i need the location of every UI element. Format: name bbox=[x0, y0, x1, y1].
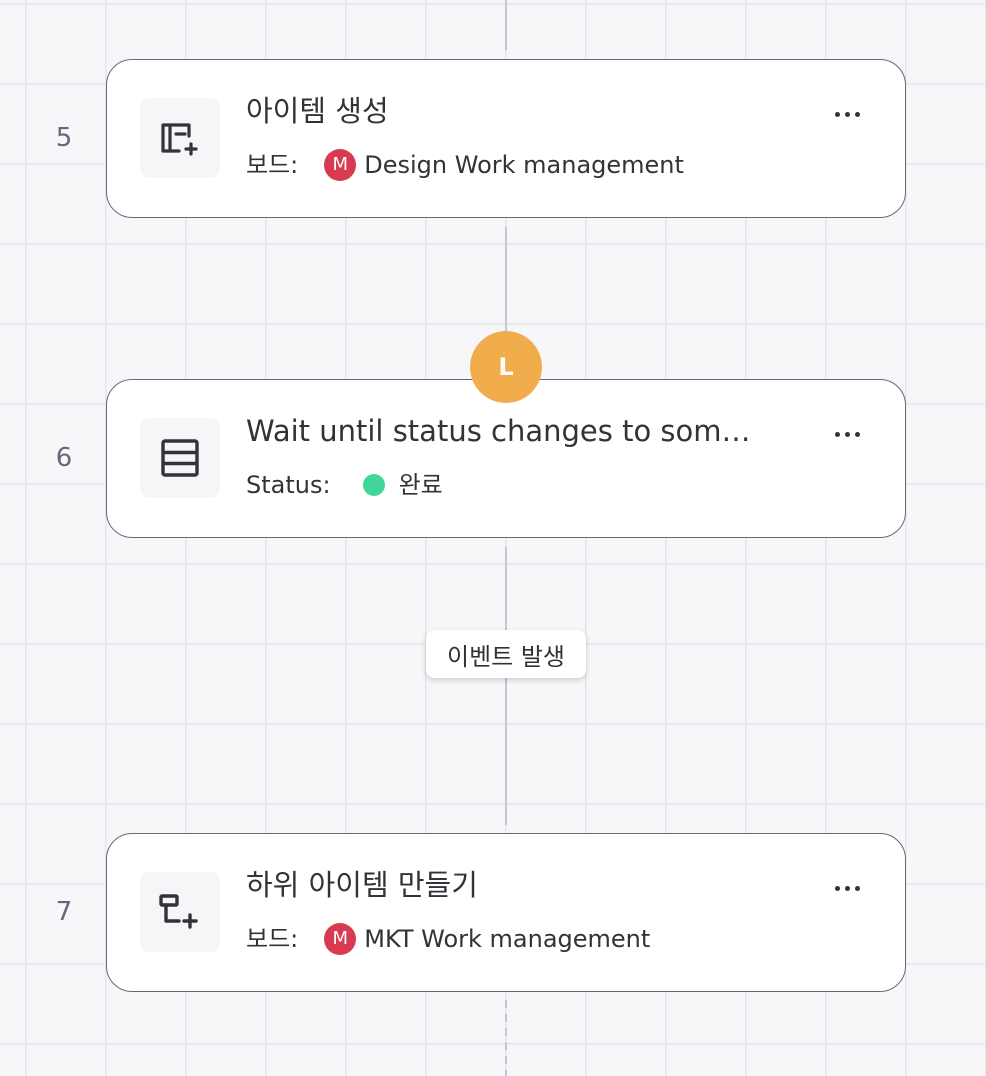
board-name[interactable]: MKT Work management bbox=[364, 922, 650, 956]
create-item-icon bbox=[140, 98, 220, 178]
status-dot-icon bbox=[362, 474, 385, 496]
step-title: 아이템 생성 bbox=[246, 94, 389, 128]
connector-line bbox=[505, 0, 507, 50]
board-name[interactable]: Design Work management bbox=[364, 148, 684, 182]
event-trigger-label: 이벤트 발생 bbox=[426, 630, 586, 678]
wait-table-icon bbox=[140, 418, 220, 498]
step-detail: 보드: M Design Work management bbox=[246, 148, 684, 182]
step-number: 5 bbox=[55, 123, 73, 153]
board-label: 보드: bbox=[246, 925, 299, 953]
connector-line bbox=[505, 547, 507, 825]
board-badge-icon: M bbox=[324, 923, 357, 955]
board-label: 보드: bbox=[246, 151, 299, 179]
more-options-button[interactable] bbox=[829, 96, 865, 132]
step-number: 6 bbox=[55, 443, 73, 473]
step-detail: Status: 완료 bbox=[246, 468, 443, 502]
status-value[interactable]: 완료 bbox=[399, 468, 443, 502]
step-title: 하위 아이템 만들기 bbox=[246, 868, 478, 902]
step-detail: 보드: M MKT Work management bbox=[246, 922, 650, 956]
board-badge-icon: M bbox=[324, 149, 357, 181]
automation-step-card[interactable]: 하위 아이템 만들기 보드: M MKT Work management bbox=[106, 833, 906, 992]
status-label: Status: bbox=[246, 471, 331, 499]
step-title: Wait until status changes to som… bbox=[246, 414, 751, 448]
more-options-button[interactable] bbox=[829, 870, 865, 906]
step-number: 7 bbox=[55, 897, 73, 927]
connector-line bbox=[505, 1000, 507, 1076]
user-avatar[interactable]: L bbox=[470, 331, 542, 403]
create-subitem-icon bbox=[140, 872, 220, 952]
more-options-button[interactable] bbox=[829, 416, 865, 452]
automation-step-card[interactable]: 아이템 생성 보드: M Design Work management bbox=[106, 59, 906, 218]
